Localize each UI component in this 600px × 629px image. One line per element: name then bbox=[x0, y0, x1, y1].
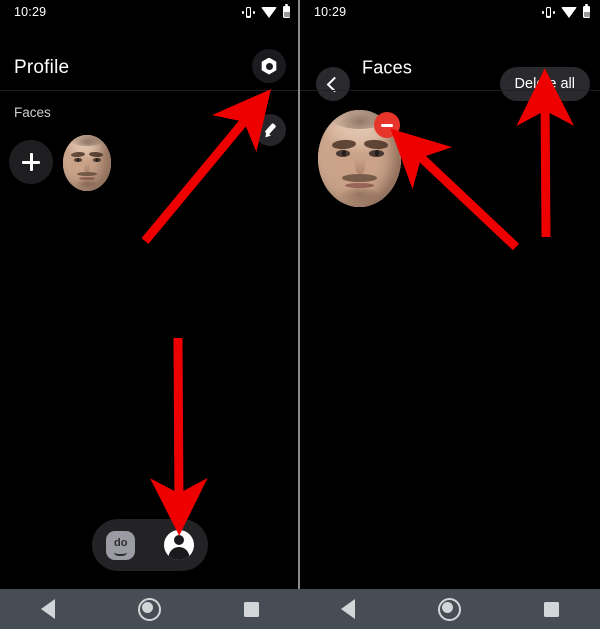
page-title: Profile bbox=[14, 57, 70, 78]
status-bar-left: 10:29 bbox=[0, 0, 300, 24]
bottom-navigation-bar: do bbox=[92, 519, 208, 571]
status-time: 10:29 bbox=[14, 5, 47, 19]
status-icon-group bbox=[242, 4, 290, 18]
android-nav-right bbox=[300, 589, 600, 629]
back-triangle-icon[interactable] bbox=[341, 599, 356, 619]
panel-divider bbox=[298, 0, 300, 600]
app-bar-divider-right bbox=[300, 90, 600, 91]
wifi-icon bbox=[261, 6, 277, 18]
home-circle-icon[interactable] bbox=[137, 597, 161, 621]
battery-icon bbox=[283, 4, 290, 18]
recents-square-icon[interactable] bbox=[543, 601, 559, 617]
page-title-faces: Faces bbox=[362, 57, 413, 78]
screenshot-root: 10:29 Profile Faces do 10:29 Faces Delet… bbox=[0, 0, 600, 629]
app-bar-profile: Profile bbox=[0, 24, 300, 90]
status-bar-right: 10:29 bbox=[300, 0, 600, 24]
minus-circle-icon bbox=[381, 123, 393, 127]
vibrate-icon bbox=[542, 6, 555, 18]
settings-button[interactable] bbox=[252, 49, 286, 83]
wifi-icon bbox=[561, 6, 577, 18]
settings-hexagon-icon bbox=[261, 57, 278, 75]
account-icon bbox=[163, 530, 194, 560]
right-phone-panel: 10:29 Faces Delete all bbox=[300, 0, 600, 629]
left-phone-panel: 10:29 Profile Faces do bbox=[0, 0, 300, 629]
add-face-button[interactable] bbox=[9, 140, 53, 184]
status-time-right: 10:29 bbox=[314, 5, 347, 19]
faces-section-label: Faces bbox=[14, 105, 51, 120]
android-nav-left bbox=[0, 589, 300, 629]
back-button[interactable] bbox=[316, 67, 350, 101]
edit-faces-button[interactable] bbox=[254, 114, 286, 146]
face-thumbnail[interactable] bbox=[63, 135, 111, 191]
plus-icon bbox=[22, 153, 40, 171]
battery-icon bbox=[583, 4, 590, 18]
remove-face-badge[interactable] bbox=[374, 112, 400, 138]
nav-item-do[interactable]: do bbox=[106, 530, 136, 560]
recents-square-icon[interactable] bbox=[243, 601, 259, 617]
android-navigation-bar bbox=[0, 589, 600, 629]
back-triangle-icon[interactable] bbox=[41, 599, 56, 619]
do-app-icon: do bbox=[106, 530, 136, 560]
vibrate-icon bbox=[242, 6, 255, 18]
delete-all-button[interactable]: Delete all bbox=[499, 67, 590, 101]
home-circle-icon[interactable] bbox=[437, 597, 461, 621]
nav-item-account[interactable] bbox=[163, 530, 194, 560]
status-icon-group-right bbox=[542, 4, 590, 18]
pencil-icon bbox=[262, 122, 279, 140]
app-bar-divider-left bbox=[0, 90, 300, 91]
app-bar-faces: Faces Delete all bbox=[300, 24, 600, 101]
